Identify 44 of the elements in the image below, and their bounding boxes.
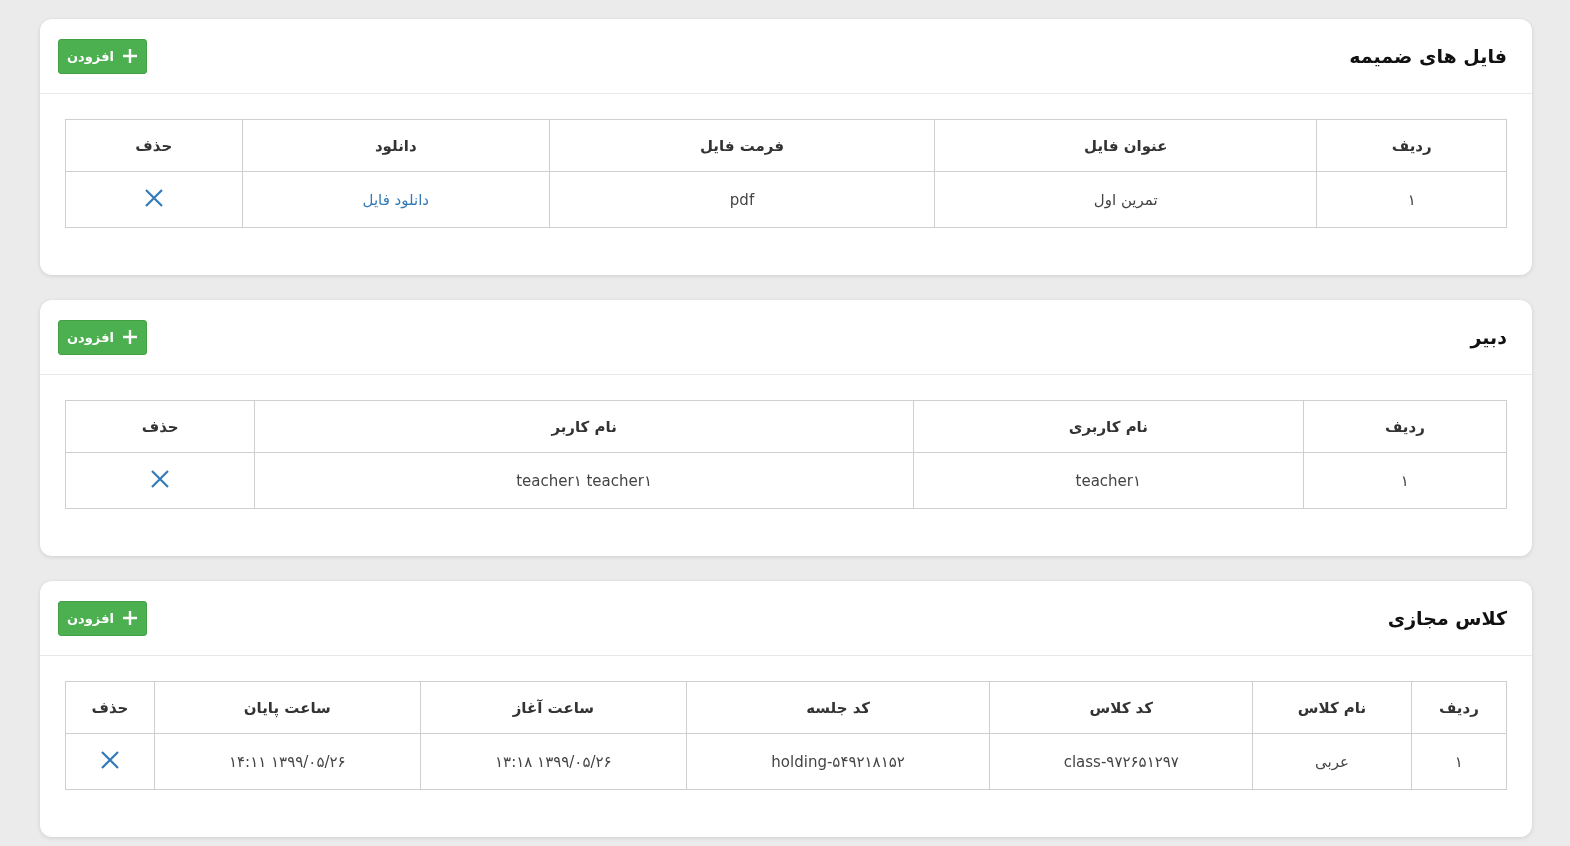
plus-icon — [121, 610, 138, 626]
column-header: دانلود — [242, 119, 550, 172]
cell-text: تمرین اول — [1093, 190, 1158, 209]
plus-icon — [121, 48, 138, 64]
cell-text: ۱۳۹۹/۰۵/۲۶ ۱۳:۱۸ — [495, 752, 612, 771]
delete-button[interactable] — [150, 468, 171, 489]
cell-text: teacher۱ — [1075, 471, 1142, 490]
column-header: حذف — [65, 400, 255, 453]
close-icon — [143, 187, 164, 208]
column-header: کد کلاس — [989, 681, 1253, 734]
cell-text: ۱ — [1407, 190, 1416, 209]
cell-text: holding-۵۴۹۲۱۸۱۵۲ — [771, 752, 905, 771]
column-header: ردیف — [1316, 119, 1507, 172]
column-header: حذف — [65, 681, 155, 734]
cell-text: عربی — [1315, 752, 1349, 771]
section-title: کلاس مجازی — [1387, 607, 1507, 629]
cell-text: pdf — [729, 190, 755, 209]
cell-text: class-۹۷۲۶۵۱۲۹۷ — [1063, 752, 1179, 771]
delete-button[interactable] — [99, 749, 120, 770]
column-header: نام کلاس — [1252, 681, 1412, 734]
add-button[interactable]: افزودن — [58, 600, 147, 636]
cell-text: ۱ — [1454, 752, 1463, 771]
column-header: عنوان فایل — [934, 119, 1317, 172]
cell-text: ۱ — [1400, 471, 1409, 490]
column-header: حذف — [65, 119, 243, 172]
section-title: فایل های ضمیمه — [1349, 45, 1507, 67]
cell-text: teacher۱ teacher۱ — [516, 471, 652, 490]
add-button[interactable]: افزودن — [58, 38, 147, 74]
close-icon — [99, 749, 120, 770]
column-header: فرمت فایل — [549, 119, 935, 172]
column-header: ردیف — [1411, 681, 1507, 734]
plus-icon — [121, 329, 138, 345]
add-button[interactable]: افزودن — [58, 319, 147, 355]
section-title: دبیر — [1470, 326, 1507, 348]
download-link[interactable]: دانلود فایل — [362, 190, 429, 209]
column-header: نام کاربری — [913, 400, 1304, 453]
cell-text: ۱۳۹۹/۰۵/۲۶ ۱۴:۱۱ — [229, 752, 346, 771]
column-header: نام کاربر — [254, 400, 914, 453]
column-header: ساعت پایان — [154, 681, 421, 734]
column-header: کد جلسه — [686, 681, 990, 734]
delete-button[interactable] — [143, 187, 164, 208]
column-header: ساعت آغاز — [420, 681, 687, 734]
column-header: ردیف — [1303, 400, 1507, 453]
close-icon — [150, 468, 171, 489]
